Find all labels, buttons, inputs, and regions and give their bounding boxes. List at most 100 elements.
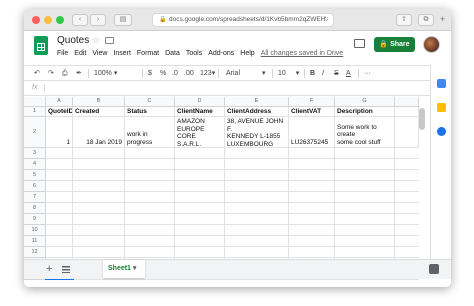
column-header-a[interactable]: A bbox=[46, 97, 73, 107]
column-header-c[interactable]: C bbox=[125, 97, 175, 107]
menu-data[interactable]: Data bbox=[165, 50, 180, 57]
explore-icon[interactable] bbox=[429, 264, 439, 274]
column-header-d[interactable]: D bbox=[175, 97, 225, 107]
cell-a1[interactable]: QuoteID bbox=[46, 107, 73, 117]
cell-h2[interactable] bbox=[395, 117, 419, 148]
sheet-tab-label: Sheet1 bbox=[108, 265, 131, 272]
avatar[interactable] bbox=[423, 36, 440, 53]
italic-button[interactable]: I bbox=[322, 68, 324, 79]
document-title[interactable]: Quotes bbox=[57, 35, 89, 46]
minimize-window-button[interactable] bbox=[44, 16, 52, 24]
chevron-down-icon: ▾ bbox=[132, 265, 137, 272]
column-header-e[interactable]: E bbox=[225, 97, 289, 107]
menu-format[interactable]: Format bbox=[137, 50, 159, 57]
client-address-line: KENNEDY L-1855 bbox=[227, 133, 281, 140]
row-header[interactable]: 3 bbox=[24, 148, 46, 159]
text-color-button[interactable]: A bbox=[346, 68, 351, 79]
sheet-tab-sheet1[interactable]: Sheet1 ▾ bbox=[103, 260, 145, 278]
cell-h1[interactable] bbox=[395, 107, 419, 117]
close-window-button[interactable] bbox=[32, 16, 40, 24]
cell-g2[interactable]: Some work to create some cool stuff bbox=[335, 117, 395, 148]
paint-format-icon[interactable]: ✒ bbox=[76, 68, 82, 79]
vertical-scrollbar[interactable] bbox=[419, 108, 425, 130]
menu-addons[interactable]: Add-ons bbox=[208, 50, 234, 57]
row-header[interactable]: 1 bbox=[24, 107, 46, 117]
more-tools-button[interactable]: ··· bbox=[364, 68, 371, 79]
font-select[interactable]: Arial ▾ bbox=[226, 68, 265, 79]
row-header[interactable]: 2 bbox=[24, 117, 46, 148]
url-text: docs.google.com/spreadsheets/d/1Kvb5bmm2… bbox=[169, 16, 326, 23]
add-sheet-icon[interactable]: + bbox=[46, 263, 52, 275]
calendar-icon[interactable] bbox=[437, 79, 446, 88]
row-header[interactable]: 7 bbox=[24, 192, 46, 203]
row-header[interactable]: 11 bbox=[24, 236, 46, 247]
column-header-g[interactable]: G bbox=[335, 97, 395, 107]
currency-button[interactable]: $ bbox=[148, 68, 152, 79]
tabs-overview-icon[interactable]: ⧉ bbox=[418, 14, 434, 26]
decrease-decimal-button[interactable]: .0 bbox=[172, 68, 178, 79]
row-header[interactable]: 4 bbox=[24, 159, 46, 170]
browser-window: ‹ › ▤ 🔒 docs.google.com/spreadsheets/d/1… bbox=[24, 9, 451, 287]
menu-view[interactable]: View bbox=[92, 50, 107, 57]
column-header-b[interactable]: B bbox=[73, 97, 125, 107]
cell-c1[interactable]: Status bbox=[125, 107, 175, 117]
description-line: Some work to create bbox=[337, 123, 377, 139]
select-all-corner[interactable] bbox=[24, 97, 46, 107]
client-name-line: EUROPE CORE bbox=[177, 125, 205, 141]
sheets-logo-icon[interactable] bbox=[34, 36, 48, 55]
menu-edit[interactable]: Edit bbox=[74, 50, 86, 57]
row-header[interactable]: 10 bbox=[24, 225, 46, 236]
zoom-select[interactable]: 100% ▾ bbox=[94, 68, 117, 79]
increase-decimal-button[interactable]: .00 bbox=[184, 68, 194, 79]
cell-b2[interactable]: 18 Jan 2019 bbox=[73, 117, 125, 148]
font-size-select[interactable]: 10 ▾ bbox=[278, 68, 299, 79]
cell-e2[interactable]: 38, AVENUE JOHN F. KENNEDY L-1855 LUXEMB… bbox=[225, 117, 289, 148]
share-sheet-icon[interactable]: ⇧ bbox=[396, 14, 412, 26]
back-icon[interactable]: ‹ bbox=[72, 14, 88, 26]
save-status[interactable]: All changes saved in Drive bbox=[261, 50, 344, 57]
cell-d1[interactable]: ClientName bbox=[175, 107, 225, 117]
forward-icon[interactable]: › bbox=[90, 14, 106, 26]
cell-f2[interactable]: LU26375245 bbox=[289, 117, 335, 148]
cell-c2[interactable]: work in progress bbox=[125, 117, 175, 148]
row-header[interactable]: 8 bbox=[24, 203, 46, 214]
row-header[interactable]: 12 bbox=[24, 247, 46, 258]
column-header-h[interactable] bbox=[395, 97, 419, 107]
sidebar-icon[interactable]: ▤ bbox=[114, 14, 132, 26]
number-format-select[interactable]: 123▾ bbox=[200, 68, 215, 79]
new-tab-icon[interactable]: + bbox=[440, 14, 445, 24]
all-sheets-icon[interactable] bbox=[62, 266, 70, 273]
zoom-window-button[interactable] bbox=[56, 16, 64, 24]
reload-icon[interactable]: ↻ bbox=[324, 14, 329, 26]
share-button[interactable]: 🔒 Share bbox=[374, 37, 415, 52]
star-icon[interactable]: ☆ bbox=[92, 35, 100, 46]
keep-icon[interactable] bbox=[437, 103, 446, 112]
strikethrough-button[interactable]: S bbox=[334, 68, 339, 79]
undo-icon[interactable]: ↶ bbox=[34, 68, 40, 79]
font-label: Arial bbox=[226, 70, 241, 77]
print-icon[interactable]: ⎙ bbox=[62, 68, 68, 79]
cell-g1[interactable]: Description bbox=[335, 107, 395, 117]
cell-d2[interactable]: AMAZON EUROPE CORE S.A.R.L. bbox=[175, 117, 225, 148]
bold-button[interactable]: B bbox=[310, 68, 315, 79]
cell-a2[interactable]: 1 bbox=[46, 117, 73, 148]
cell-b1[interactable]: Created bbox=[73, 107, 125, 117]
cell-f1[interactable]: ClientVAT bbox=[289, 107, 335, 117]
tasks-icon[interactable] bbox=[437, 127, 446, 136]
redo-icon[interactable]: ↷ bbox=[48, 68, 54, 79]
cell-e1[interactable]: ClientAddress bbox=[225, 107, 289, 117]
row-header[interactable]: 9 bbox=[24, 214, 46, 225]
address-bar[interactable]: 🔒 docs.google.com/spreadsheets/d/1Kvb5bm… bbox=[152, 13, 334, 27]
menu-tools[interactable]: Tools bbox=[186, 50, 202, 57]
menu-insert[interactable]: Insert bbox=[113, 50, 131, 57]
row-header[interactable]: 5 bbox=[24, 170, 46, 181]
menu-file[interactable]: File bbox=[57, 50, 68, 57]
status-value: work in progress bbox=[127, 131, 153, 146]
folder-icon[interactable] bbox=[105, 37, 114, 44]
comment-history-icon[interactable] bbox=[354, 39, 365, 48]
column-header-f[interactable]: F bbox=[289, 97, 335, 107]
menu-help[interactable]: Help bbox=[240, 50, 254, 57]
percent-button[interactable]: % bbox=[160, 68, 166, 79]
row-header[interactable]: 6 bbox=[24, 181, 46, 192]
formula-bar[interactable]: fx bbox=[24, 82, 451, 96]
